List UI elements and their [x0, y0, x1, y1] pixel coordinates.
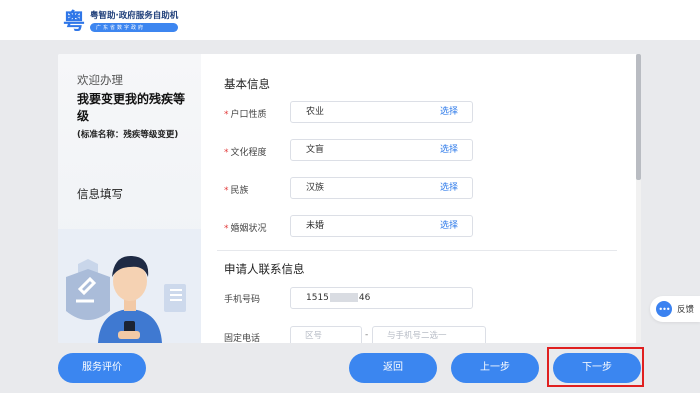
required-mark: *: [224, 224, 229, 234]
education-select[interactable]: 文盲 选择: [290, 139, 473, 161]
service-info-panel: 欢迎办理 我要变更我的残疾等级 (标准名称：残疾等级变更) 信息填写: [58, 54, 201, 343]
field-label-education: * 文化程度: [224, 148, 267, 158]
service-staff-illustration-icon: [58, 229, 201, 343]
app-logo: 粤 粤智助·政府服务自助机 广东省数字政府: [62, 7, 179, 35]
back-button[interactable]: 返回: [349, 353, 437, 383]
select-button[interactable]: 选择: [440, 102, 458, 122]
landline-input[interactable]: 与手机号二选一: [372, 326, 486, 343]
required-mark: *: [224, 148, 229, 158]
household-type-select[interactable]: 农业 选择: [290, 101, 473, 123]
select-button[interactable]: 选择: [440, 216, 458, 236]
field-label-household-type: * 户口性质: [224, 110, 267, 120]
top-header: 粤 粤智助·政府服务自助机 广东省数字政府: [0, 0, 700, 40]
logo-title: 粤智助·政府服务自助机: [90, 10, 179, 21]
phone-separator: -: [365, 330, 369, 340]
chat-bubble-icon: •••: [656, 301, 672, 317]
logo-mark-icon: 粤: [62, 9, 85, 35]
main-card: 欢迎办理 我要变更我的残疾等级 (标准名称：残疾等级变更) 信息填写 基本信息 …: [58, 54, 640, 343]
current-step: 信息填写: [77, 187, 123, 201]
required-mark: *: [224, 186, 229, 196]
basic-info-title: 基本信息: [224, 77, 270, 91]
feedback-label: 反馈: [677, 305, 695, 315]
select-button[interactable]: 选择: [440, 178, 458, 198]
standard-name: (标准名称：残疾等级变更): [77, 130, 179, 140]
field-label-marital-status: * 婚姻状况: [224, 224, 267, 234]
service-rating-button[interactable]: 服务评价: [58, 353, 146, 383]
marital-status-select[interactable]: 未婚 选择: [290, 215, 473, 237]
feedback-button[interactable]: ••• 反馈: [650, 296, 700, 322]
next-step-button[interactable]: 下一步: [553, 353, 641, 383]
logo-subtitle: 广东省数字政府: [90, 22, 179, 32]
phone-input[interactable]: 1515 46: [290, 287, 473, 309]
previous-step-button[interactable]: 上一步: [451, 353, 539, 383]
field-label-phone: 手机号码: [224, 295, 261, 305]
form-area: 基本信息 * 户口性质 农业 选择 * 文化程度 文盲 选择 * 民族 汉族 选择 *…: [201, 54, 640, 343]
contact-info-title: 申请人联系信息: [224, 262, 305, 276]
service-title: 我要变更我的残疾等级: [77, 92, 186, 123]
area-code-input[interactable]: 区号: [290, 326, 362, 343]
field-label-landline: 固定电话: [224, 334, 261, 343]
section-divider: [217, 250, 617, 251]
required-mark: *: [224, 110, 229, 120]
field-label-ethnicity: * 民族: [224, 186, 249, 196]
select-button[interactable]: 选择: [440, 140, 458, 160]
ethnicity-select[interactable]: 汉族 选择: [290, 177, 473, 199]
masked-digits: [329, 293, 358, 302]
welcome-text: 欢迎办理: [77, 73, 123, 87]
scrollbar-thumb[interactable]: [636, 54, 641, 180]
